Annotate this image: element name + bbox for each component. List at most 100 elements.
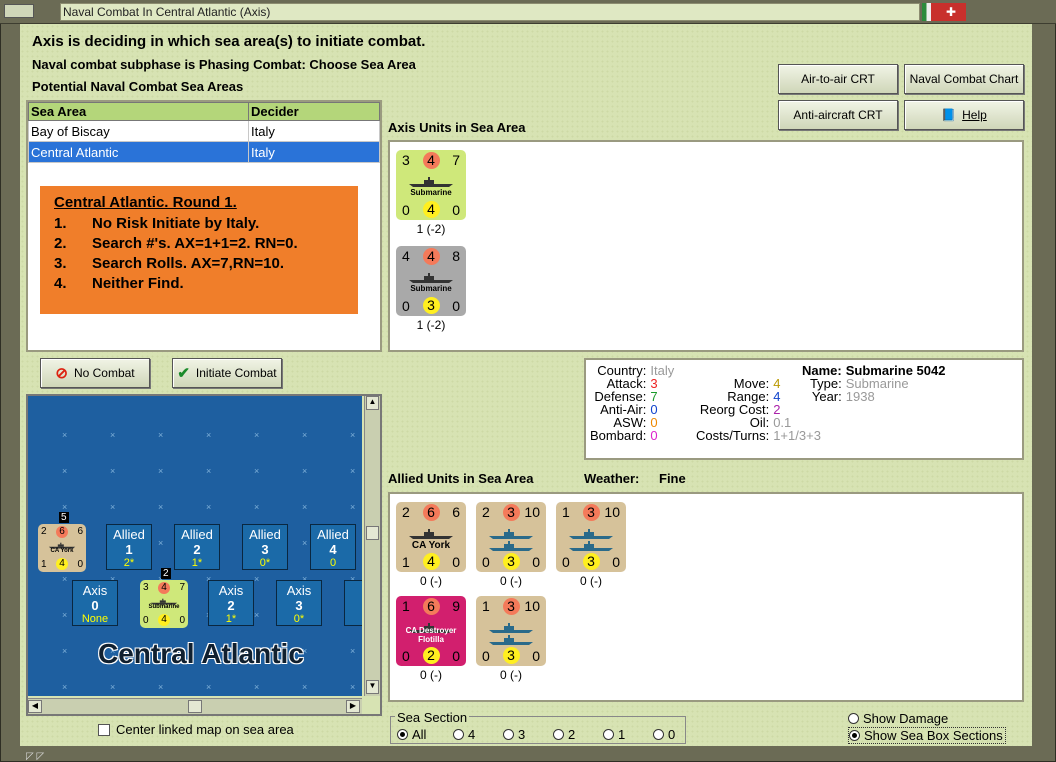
scroll-thumb[interactable] — [366, 526, 379, 540]
sea-grid-mark: × — [62, 682, 68, 692]
unit-caption: 1 (-2) — [416, 222, 446, 236]
report-line: 2. Search #'s. AX=1+1=2. RN=0. — [54, 235, 298, 252]
air-to-air-crt-button[interactable]: Air-to-air CRT — [778, 64, 898, 94]
help-button[interactable]: 📘 Help — [904, 100, 1024, 130]
sea-section-option[interactable]: 4 — [453, 727, 491, 742]
counter-aa: 0 — [452, 202, 460, 218]
system-menu-icon[interactable] — [4, 4, 34, 18]
sea-box[interactable]: Allied 2 1* — [174, 524, 220, 570]
sea-section-option[interactable]: 0 — [653, 727, 691, 742]
unit-counter[interactable]: 2 6 6 CA York 1 4 0 — [38, 524, 86, 572]
sea-box[interactable]: Axis 0 None — [72, 580, 118, 626]
cell-decider: Italy — [248, 120, 380, 142]
sea-section-radios: All 4 3 2 1 0 — [397, 727, 691, 742]
anti-aircraft-crt-button[interactable]: Anti-aircraft CRT — [778, 100, 898, 130]
weather-label: Weather: — [584, 471, 640, 486]
naval-combat-chart-button[interactable]: Naval Combat Chart — [904, 64, 1024, 94]
sea-grid-mark: × — [350, 430, 356, 440]
counter-attack: 3 — [402, 152, 410, 168]
sea-grid-mark: × — [110, 430, 116, 440]
sea-box-side: Allied — [181, 527, 213, 542]
sea-section-option[interactable]: 1 — [603, 727, 641, 742]
sea-box[interactable]: Axis 3 0* — [276, 580, 322, 626]
sea-box-value: 0* — [293, 613, 305, 625]
counter-move: 0 — [402, 298, 410, 314]
hscroll-thumb[interactable] — [188, 700, 202, 713]
unit-caption: 0 (-) — [580, 574, 602, 588]
sea-box-side: Axis — [286, 583, 312, 598]
counter-defense: 8 — [452, 248, 460, 264]
sea-box[interactable]: Allied 3 0* — [242, 524, 288, 570]
radio-dot[interactable] — [397, 729, 408, 740]
sea-section-option[interactable]: All — [397, 727, 441, 742]
radio-dot[interactable] — [453, 729, 464, 740]
sea-box-number: 4 — [329, 542, 337, 557]
initiate-combat-button[interactable]: ✔ Initiate Combat — [172, 358, 282, 388]
counter-attack: 1 — [562, 504, 570, 520]
unit-caption: 0 (-) — [500, 668, 522, 682]
sea-section-option[interactable]: 3 — [503, 727, 541, 742]
sea-box[interactable]: A — [344, 580, 362, 626]
sea-section-option[interactable]: 2 — [553, 727, 591, 742]
col-sea-area[interactable]: Sea Area — [28, 102, 249, 121]
counter-aa: 0 — [452, 298, 460, 314]
sea-grid-mark: × — [254, 502, 260, 512]
cell-sea-area: Central Atlantic — [28, 141, 249, 163]
unit-counter[interactable]: 1 3 10 0 3 0 — [476, 596, 546, 666]
italy-flag-icon — [922, 3, 936, 21]
sea-box[interactable]: Allied 4 0 — [310, 524, 356, 570]
scroll-down-icon[interactable]: ▼ — [366, 680, 379, 694]
radio-dot[interactable] — [503, 729, 514, 740]
unit-counter[interactable]: 4 4 8 Submarine 0 3 0 — [396, 246, 466, 316]
counter-range: 4 — [422, 553, 440, 570]
resize-grip-icon[interactable]: ◸ ◸ — [26, 748, 86, 762]
sea-grid-mark: × — [62, 646, 68, 656]
counter-name: CA York — [50, 548, 74, 554]
scroll-right-icon[interactable]: ▶ — [346, 700, 360, 713]
radio-dot[interactable] — [553, 729, 564, 740]
sea-grid-mark: × — [110, 682, 116, 692]
sea-box-number: 2 — [227, 598, 235, 613]
unit-caption: 1 (-2) — [416, 318, 446, 332]
status-line-1: Axis is deciding in which sea area(s) to… — [32, 33, 426, 50]
table-row[interactable]: Bay of Biscay Italy — [28, 120, 380, 142]
scroll-up-icon[interactable]: ▲ — [366, 396, 379, 410]
unit-counter[interactable]: 1 6 9 CA Destroyer Flotilla 0 2 0 — [396, 596, 466, 666]
sea-section-option-label: 4 — [468, 727, 476, 742]
show-damage-radio[interactable]: Show Damage — [848, 711, 948, 726]
col-decider[interactable]: Decider — [248, 102, 380, 121]
report-line: 4. Neither Find. — [54, 275, 184, 292]
map-vscrollbar[interactable]: ▲ ▼ — [364, 396, 380, 696]
sea-box[interactable]: Axis 2 1* — [208, 580, 254, 626]
unit-counter[interactable]: 2 3 10 0 3 0 — [476, 502, 546, 572]
counter-attack: 4 — [402, 248, 410, 264]
table-row-selected[interactable]: Central Atlantic Italy — [28, 141, 380, 163]
radio-dot[interactable] — [653, 729, 664, 740]
info-right: Name: Submarine 5042 Type: Submarine Year:… — [802, 363, 946, 404]
sea-grid-mark: × — [62, 610, 68, 620]
unit-counter[interactable]: 2 6 6 CA York 1 4 0 — [396, 502, 466, 572]
unit-counter[interactable]: 1 3 10 0 3 0 — [556, 502, 626, 572]
unit-counter[interactable]: 3 4 7 Submarine 0 4 0 — [396, 150, 466, 220]
counter-defense: 10 — [524, 504, 540, 520]
unit-caption: 0 (-) — [420, 668, 442, 682]
scroll-left-icon[interactable]: ◀ — [28, 700, 42, 713]
counter-aa: 0 — [532, 554, 540, 570]
status-line-2: Naval combat subphase is Phasing Combat:… — [32, 57, 416, 72]
unit-counter[interactable]: 3 4 7 Submarine 0 4 0 — [140, 580, 188, 628]
sea-section-group: Sea Section All 4 3 2 1 0 — [390, 710, 686, 744]
no-combat-button[interactable]: ⊘ No Combat — [40, 358, 150, 388]
checkbox-box[interactable] — [98, 723, 110, 736]
counter-aa: 0 — [77, 559, 83, 570]
sea-map[interactable]: × × × × × × × × × × × × × × × × × × × × × × × × × × × × × × × × × × × × × × × ×… — [28, 396, 362, 696]
radio-dot[interactable] — [603, 729, 614, 740]
show-sections-radio[interactable]: Show Sea Box Sections — [848, 727, 1006, 744]
sea-grid-mark: × — [110, 502, 116, 512]
counter-move: 0 — [402, 202, 410, 218]
info-year: 1938 — [845, 389, 875, 404]
sea-grid-mark: × — [254, 574, 260, 584]
sea-box[interactable]: Allied 1 2* — [106, 524, 152, 570]
book-icon: 📘 — [941, 108, 957, 122]
center-map-checkbox[interactable]: Center linked map on sea area — [98, 722, 294, 737]
map-hscrollbar[interactable]: ◀ ▶ — [28, 698, 362, 714]
